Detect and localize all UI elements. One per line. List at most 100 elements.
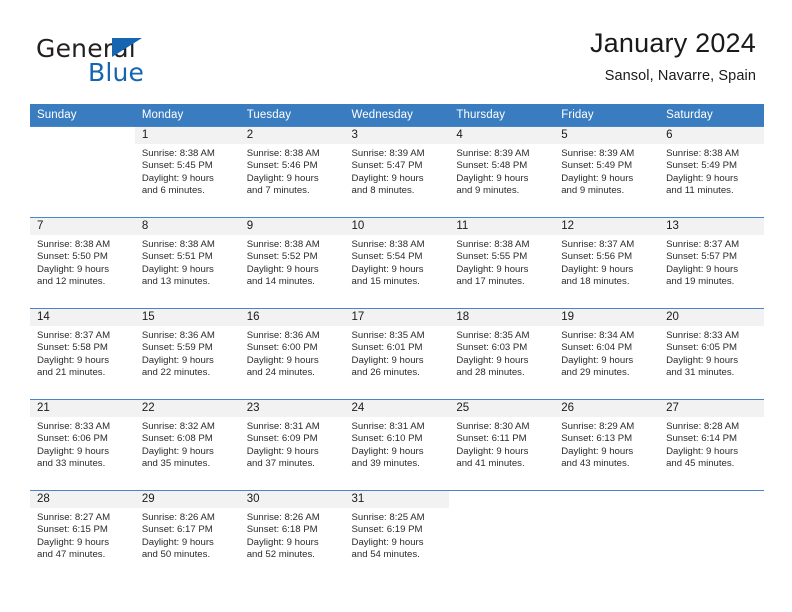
sunrise-text: Sunrise: 8:38 AM <box>246 239 320 250</box>
daylight-text-line1: Daylight: 9 hours <box>246 354 319 366</box>
day-number: 27 <box>659 400 764 417</box>
logo-text-blue: Blue <box>88 58 145 87</box>
sunset-text: Sunset: 6:19 PM <box>351 524 423 536</box>
calendar-day-cell[interactable]: 7 Sunrise: 8:38 AM Sunset: 5:50 PM Daylight… <box>30 217 135 309</box>
day-cell-content: 24 Sunrise: 8:31 AM Sunset: 6:10 PM Dayligh… <box>344 400 450 490</box>
calendar-day-cell[interactable]: 2 Sunrise: 8:38 AM Sunset: 5:46 PM Daylight… <box>239 126 345 218</box>
calendar-day-cell <box>30 126 135 218</box>
daylight-text-line2: and 29 minutes. <box>561 367 630 379</box>
day-number: 14 <box>30 309 135 326</box>
daylight-text-line1: Daylight: 9 hours <box>141 263 214 275</box>
sunrise-text: Sunrise: 8:33 AM <box>666 330 740 341</box>
day-cell-content: 10 Sunrise: 8:38 AM Sunset: 5:54 PM Dayligh… <box>344 218 450 308</box>
day-details: Sunrise: 8:27 AM Sunset: 6:15 PM Daylight:… <box>30 508 135 562</box>
calendar-day-cell[interactable]: 25 Sunrise: 8:30 AM Sunset: 6:11 PM Dayligh… <box>449 399 555 491</box>
day-cell-content: 8 Sunrise: 8:38 AM Sunset: 5:51 PM Daylight… <box>134 218 240 308</box>
calendar-day-cell[interactable]: 13 Sunrise: 8:37 AM Sunset: 5:57 PM Dayligh… <box>659 217 764 309</box>
calendar-day-cell[interactable]: 8 Sunrise: 8:38 AM Sunset: 5:51 PM Daylight… <box>134 217 240 309</box>
day-number: 19 <box>554 309 660 326</box>
sunset-text: Sunset: 6:18 PM <box>246 524 318 536</box>
daylight-text-line1: Daylight: 9 hours <box>351 445 424 457</box>
daylight-text-line1: Daylight: 9 hours <box>561 354 634 366</box>
day-number: 8 <box>134 218 240 235</box>
daylight-text-line2: and 18 minutes. <box>561 276 630 288</box>
calendar-day-cell[interactable]: 1 Sunrise: 8:38 AM Sunset: 5:45 PM Daylight… <box>134 126 240 218</box>
calendar-day-cell[interactable]: 29 Sunrise: 8:26 AM Sunset: 6:17 PM Dayligh… <box>134 490 240 581</box>
day-details: Sunrise: 8:36 AM Sunset: 5:59 PM Daylight:… <box>135 326 240 380</box>
sunrise-text: Sunrise: 8:31 AM <box>246 421 320 432</box>
day-details: Sunrise: 8:37 AM Sunset: 5:56 PM Daylight:… <box>554 235 659 289</box>
calendar-day-cell[interactable]: 3 Sunrise: 8:39 AM Sunset: 5:47 PM Daylight… <box>344 126 450 218</box>
calendar-day-cell[interactable]: 30 Sunrise: 8:26 AM Sunset: 6:18 PM Dayligh… <box>239 490 345 581</box>
calendar-day-cell[interactable]: 10 Sunrise: 8:38 AM Sunset: 5:54 PM Dayligh… <box>344 217 450 309</box>
month-calendar: Sunday Monday Tuesday Wednesday Thursday… <box>30 104 764 581</box>
day-cell-content: 13 Sunrise: 8:37 AM Sunset: 5:57 PM Dayligh… <box>659 218 764 308</box>
calendar-day-cell[interactable]: 22 Sunrise: 8:32 AM Sunset: 6:08 PM Dayligh… <box>134 399 240 491</box>
day-cell-content: 15 Sunrise: 8:36 AM Sunset: 5:59 PM Dayligh… <box>134 309 240 399</box>
calendar-day-cell[interactable]: 9 Sunrise: 8:38 AM Sunset: 5:52 PM Daylight… <box>239 217 345 309</box>
daylight-text-line2: and 39 minutes. <box>351 458 420 470</box>
sunrise-text: Sunrise: 8:39 AM <box>561 148 635 159</box>
day-number <box>659 491 764 508</box>
day-number: 11 <box>449 218 555 235</box>
day-details: Sunrise: 8:26 AM Sunset: 6:18 PM Daylight:… <box>240 508 345 562</box>
sunset-text: Sunset: 5:46 PM <box>246 160 318 172</box>
calendar-day-cell[interactable]: 11 Sunrise: 8:38 AM Sunset: 5:55 PM Dayligh… <box>449 217 555 309</box>
day-number: 20 <box>659 309 764 326</box>
sunrise-text: Sunrise: 8:33 AM <box>37 421 111 432</box>
sunrise-text: Sunrise: 8:29 AM <box>561 421 635 432</box>
calendar-day-cell[interactable]: 28 Sunrise: 8:27 AM Sunset: 6:15 PM Dayligh… <box>30 490 135 581</box>
day-number: 16 <box>239 309 345 326</box>
calendar-day-cell[interactable]: 27 Sunrise: 8:28 AM Sunset: 6:14 PM Dayligh… <box>659 399 764 491</box>
calendar-day-cell[interactable]: 23 Sunrise: 8:31 AM Sunset: 6:09 PM Dayligh… <box>239 399 345 491</box>
daylight-text-line1: Daylight: 9 hours <box>37 445 109 457</box>
daylight-text-line2: and 31 minutes. <box>666 367 735 379</box>
day-number: 1 <box>134 127 240 144</box>
calendar-day-cell[interactable]: 15 Sunrise: 8:36 AM Sunset: 5:59 PM Dayligh… <box>134 308 240 400</box>
calendar-day-cell[interactable]: 20 Sunrise: 8:33 AM Sunset: 6:05 PM Dayligh… <box>659 308 764 400</box>
sunrise-text: Sunrise: 8:32 AM <box>141 421 215 432</box>
sunset-text: Sunset: 6:15 PM <box>37 524 108 536</box>
calendar-day-cell[interactable]: 26 Sunrise: 8:29 AM Sunset: 6:13 PM Dayligh… <box>554 399 660 491</box>
daylight-text-line1: Daylight: 9 hours <box>666 172 739 184</box>
daylight-text-line1: Daylight: 9 hours <box>37 354 109 366</box>
calendar-day-cell[interactable]: 19 Sunrise: 8:34 AM Sunset: 6:04 PM Dayligh… <box>554 308 660 400</box>
day-details: Sunrise: 8:39 AM Sunset: 5:49 PM Daylight:… <box>554 144 659 198</box>
sunrise-text: Sunrise: 8:38 AM <box>141 239 215 250</box>
calendar-day-cell[interactable]: 4 Sunrise: 8:39 AM Sunset: 5:48 PM Daylight… <box>449 126 555 218</box>
daylight-text-line2: and 47 minutes. <box>37 549 106 561</box>
calendar-week-row: 1 Sunrise: 8:38 AM Sunset: 5:45 PM Daylight… <box>30 126 764 218</box>
calendar-day-cell[interactable]: 31 Sunrise: 8:25 AM Sunset: 6:19 PM Dayligh… <box>344 490 450 581</box>
sunset-text: Sunset: 5:45 PM <box>141 160 213 172</box>
calendar-day-cell[interactable]: 18 Sunrise: 8:35 AM Sunset: 6:03 PM Dayligh… <box>449 308 555 400</box>
daylight-text-line2: and 45 minutes. <box>666 458 735 470</box>
day-number: 12 <box>554 218 660 235</box>
day-number: 5 <box>554 127 660 144</box>
calendar-day-cell[interactable]: 24 Sunrise: 8:31 AM Sunset: 6:10 PM Dayligh… <box>344 399 450 491</box>
sunset-text: Sunset: 5:59 PM <box>141 342 213 354</box>
daylight-text-line2: and 33 minutes. <box>37 458 106 470</box>
weekday-header-thursday: Thursday <box>449 104 555 127</box>
page-header: General Blue January 2024 Sansol, Navarr… <box>0 0 792 104</box>
calendar-day-cell[interactable]: 14 Sunrise: 8:37 AM Sunset: 5:58 PM Dayligh… <box>30 308 135 400</box>
day-details: Sunrise: 8:37 AM Sunset: 5:57 PM Daylight:… <box>659 235 764 289</box>
sunset-text: Sunset: 5:47 PM <box>351 160 423 172</box>
sunset-text: Sunset: 5:55 PM <box>456 251 528 263</box>
day-details: Sunrise: 8:38 AM Sunset: 5:55 PM Daylight:… <box>449 235 554 289</box>
daylight-text-line2: and 41 minutes. <box>456 458 525 470</box>
calendar-day-cell[interactable]: 21 Sunrise: 8:33 AM Sunset: 6:06 PM Dayligh… <box>30 399 135 491</box>
calendar-day-cell[interactable]: 16 Sunrise: 8:36 AM Sunset: 6:00 PM Dayligh… <box>239 308 345 400</box>
calendar-day-cell[interactable]: 12 Sunrise: 8:37 AM Sunset: 5:56 PM Dayligh… <box>554 217 660 309</box>
calendar-day-cell[interactable]: 5 Sunrise: 8:39 AM Sunset: 5:49 PM Daylight… <box>554 126 660 218</box>
daylight-text-line2: and 8 minutes. <box>351 185 415 197</box>
calendar-day-cell[interactable]: 6 Sunrise: 8:38 AM Sunset: 5:49 PM Daylight… <box>659 126 764 218</box>
calendar-day-cell[interactable]: 17 Sunrise: 8:35 AM Sunset: 6:01 PM Dayligh… <box>344 308 450 400</box>
day-number: 22 <box>134 400 240 417</box>
day-details: Sunrise: 8:39 AM Sunset: 5:47 PM Daylight:… <box>345 144 450 198</box>
day-details: Sunrise: 8:35 AM Sunset: 6:01 PM Daylight:… <box>345 326 450 380</box>
daylight-text-line2: and 28 minutes. <box>456 367 525 379</box>
day-number: 21 <box>30 400 135 417</box>
sunrise-text: Sunrise: 8:39 AM <box>456 148 530 159</box>
day-details: Sunrise: 8:34 AM Sunset: 6:04 PM Daylight:… <box>554 326 659 380</box>
sunrise-text: Sunrise: 8:25 AM <box>351 512 425 523</box>
